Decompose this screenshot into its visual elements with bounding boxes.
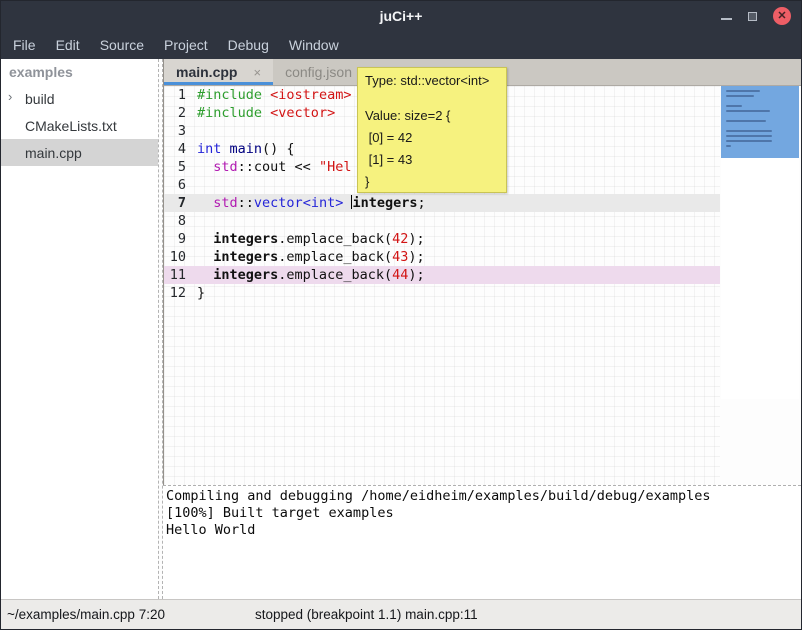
status-bar: ~/examples/main.cpp 7:20 stopped (breakp… [1,599,801,629]
minimize-icon[interactable] [721,18,732,20]
line-number[interactable]: 4 [164,140,191,158]
build-console[interactable]: Compiling and debugging /home/eidheim/ex… [163,485,801,599]
menu-item-window[interactable]: Window [279,31,349,59]
project-root-label: examples [1,59,158,85]
titlebar[interactable]: juCi++ ✕ [1,1,801,31]
line-number[interactable]: 10 [164,248,191,266]
tooltip-value-line: [1] = 43 [365,149,499,171]
tree-item-label: build [25,91,55,107]
status-debug-state: stopped (breakpoint 1.1) main.cpp:11 [255,607,478,622]
minimap-line [726,145,731,147]
line-number[interactable]: 2 [164,104,191,122]
minimap-line [726,120,766,122]
tree-item-label: main.cpp [25,145,82,161]
console-line: [100%] Built target examples [166,505,798,522]
line-number[interactable]: 5 [164,158,191,176]
minimap[interactable] [721,86,799,399]
minimap-line [726,110,770,112]
chevron-right-icon[interactable]: › [8,89,12,104]
debug-value-tooltip: Type: std::vector<int> Value: size=2 { [… [357,67,507,193]
tab-close-icon[interactable]: × [253,65,261,80]
menu-item-file[interactable]: File [3,31,46,59]
minimap-line [726,140,772,142]
close-icon[interactable]: ✕ [773,7,791,25]
minimap-line [726,95,754,97]
menu-item-edit[interactable]: Edit [46,31,90,59]
code-text: integers.emplace_back(43); [191,248,425,266]
line-number[interactable]: 9 [164,230,191,248]
line-number[interactable]: 7 [164,194,191,212]
app-window: juCi++ ✕ FileEditSourceProjectDebugWindo… [0,0,802,630]
window-controls: ✕ [721,1,791,31]
tab-label: config.json [285,64,352,80]
code-text [191,122,197,140]
tooltip-value-line: Value: size=2 { [365,105,499,127]
status-file-position: ~/examples/main.cpp 7:20 [7,607,165,622]
code-line-11[interactable]: 11 integers.emplace_back(44); [164,266,720,284]
menu-item-debug[interactable]: Debug [218,31,279,59]
code-text: std::vector<int> integers; [191,194,426,212]
line-number[interactable]: 12 [164,284,191,302]
line-number[interactable]: 6 [164,176,191,194]
menu-item-project[interactable]: Project [154,31,218,59]
minimap-line [726,130,772,132]
line-number[interactable]: 1 [164,86,191,104]
console-line: Compiling and debugging /home/eidheim/ex… [166,488,798,505]
tooltip-type-line: Type: std::vector<int> [365,73,499,89]
code-line-12[interactable]: 12} [164,284,720,302]
code-text: #include <vector> [191,104,335,122]
line-number[interactable]: 8 [164,212,191,230]
file-tree-sidebar[interactable]: examples › build CMakeLists.txt main.cpp [1,59,158,599]
window-title: juCi++ [1,8,801,24]
code-text: integers.emplace_back(44); [191,266,425,284]
code-text: integers.emplace_back(42); [191,230,425,248]
minimap-line [726,105,742,107]
code-text [191,176,197,194]
code-text [191,212,197,230]
file-tree: › build CMakeLists.txt main.cpp [1,85,158,166]
menu-item-source[interactable]: Source [90,31,154,59]
tab-config.json[interactable]: config.json [273,59,364,85]
tree-item-main.cpp[interactable]: main.cpp [1,139,158,166]
menubar: FileEditSourceProjectDebugWindow [1,31,801,59]
tab-main.cpp[interactable]: main.cpp × [164,59,273,85]
tree-item-cmakelists.txt[interactable]: CMakeLists.txt [1,112,158,139]
line-number[interactable]: 3 [164,122,191,140]
tree-item-label: CMakeLists.txt [25,118,117,134]
code-text: std::cout << "Hel [191,158,351,176]
minimap-visible-region[interactable] [721,86,799,158]
code-text: } [191,284,205,302]
maximize-icon[interactable] [748,12,757,21]
minimap-line [726,135,772,137]
tab-label: main.cpp [176,64,237,80]
tree-item-build[interactable]: › build [1,85,158,112]
code-line-10[interactable]: 10 integers.emplace_back(43); [164,248,720,266]
code-line-8[interactable]: 8 [164,212,720,230]
minimap-line [726,90,760,92]
code-line-7[interactable]: 7 std::vector<int> integers; [164,194,720,212]
tooltip-value-line: [0] = 42 [365,127,499,149]
code-text: #include <iostream> [191,86,351,104]
code-text: int main() { [191,140,295,158]
line-number[interactable]: 11 [164,266,191,284]
console-line: Hello World [166,522,798,539]
tooltip-value-line: } [365,171,499,193]
tooltip-value-lines: Value: size=2 { [0] = 42 [1] = 43} [365,105,499,193]
code-line-9[interactable]: 9 integers.emplace_back(42); [164,230,720,248]
